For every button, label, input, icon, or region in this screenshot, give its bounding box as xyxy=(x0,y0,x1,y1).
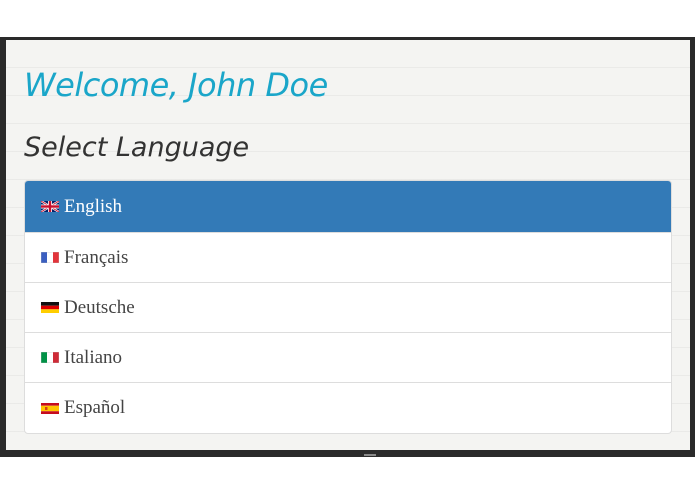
welcome-heading: Welcome, John Doe xyxy=(24,66,328,104)
italy-flag-icon xyxy=(41,352,59,363)
select-language-title: Select Language xyxy=(24,132,250,163)
window-resize-handle[interactable] xyxy=(364,454,376,456)
language-item-italian[interactable]: Italiano xyxy=(25,333,671,383)
spain-flag-icon xyxy=(41,402,59,414)
app-window: Welcome, John Doe Select Language Englis… xyxy=(0,37,695,457)
language-item-german[interactable]: Deutsche xyxy=(25,283,671,333)
language-list: English Français Deutsche Italiano Españ… xyxy=(24,180,672,434)
france-flag-icon xyxy=(41,252,59,263)
language-label: Italiano xyxy=(64,346,123,368)
language-label: English xyxy=(64,195,123,217)
language-label: Deutsche xyxy=(64,296,135,318)
language-item-english[interactable]: English xyxy=(25,181,671,233)
language-item-spanish[interactable]: Español xyxy=(25,383,671,433)
germany-flag-icon xyxy=(41,302,59,313)
language-item-french[interactable]: Français xyxy=(25,233,671,283)
language-label: Español xyxy=(64,397,126,418)
paper-background: Welcome, John Doe Select Language Englis… xyxy=(6,40,690,450)
language-label: Français xyxy=(64,246,129,268)
uk-flag-icon xyxy=(41,201,59,212)
